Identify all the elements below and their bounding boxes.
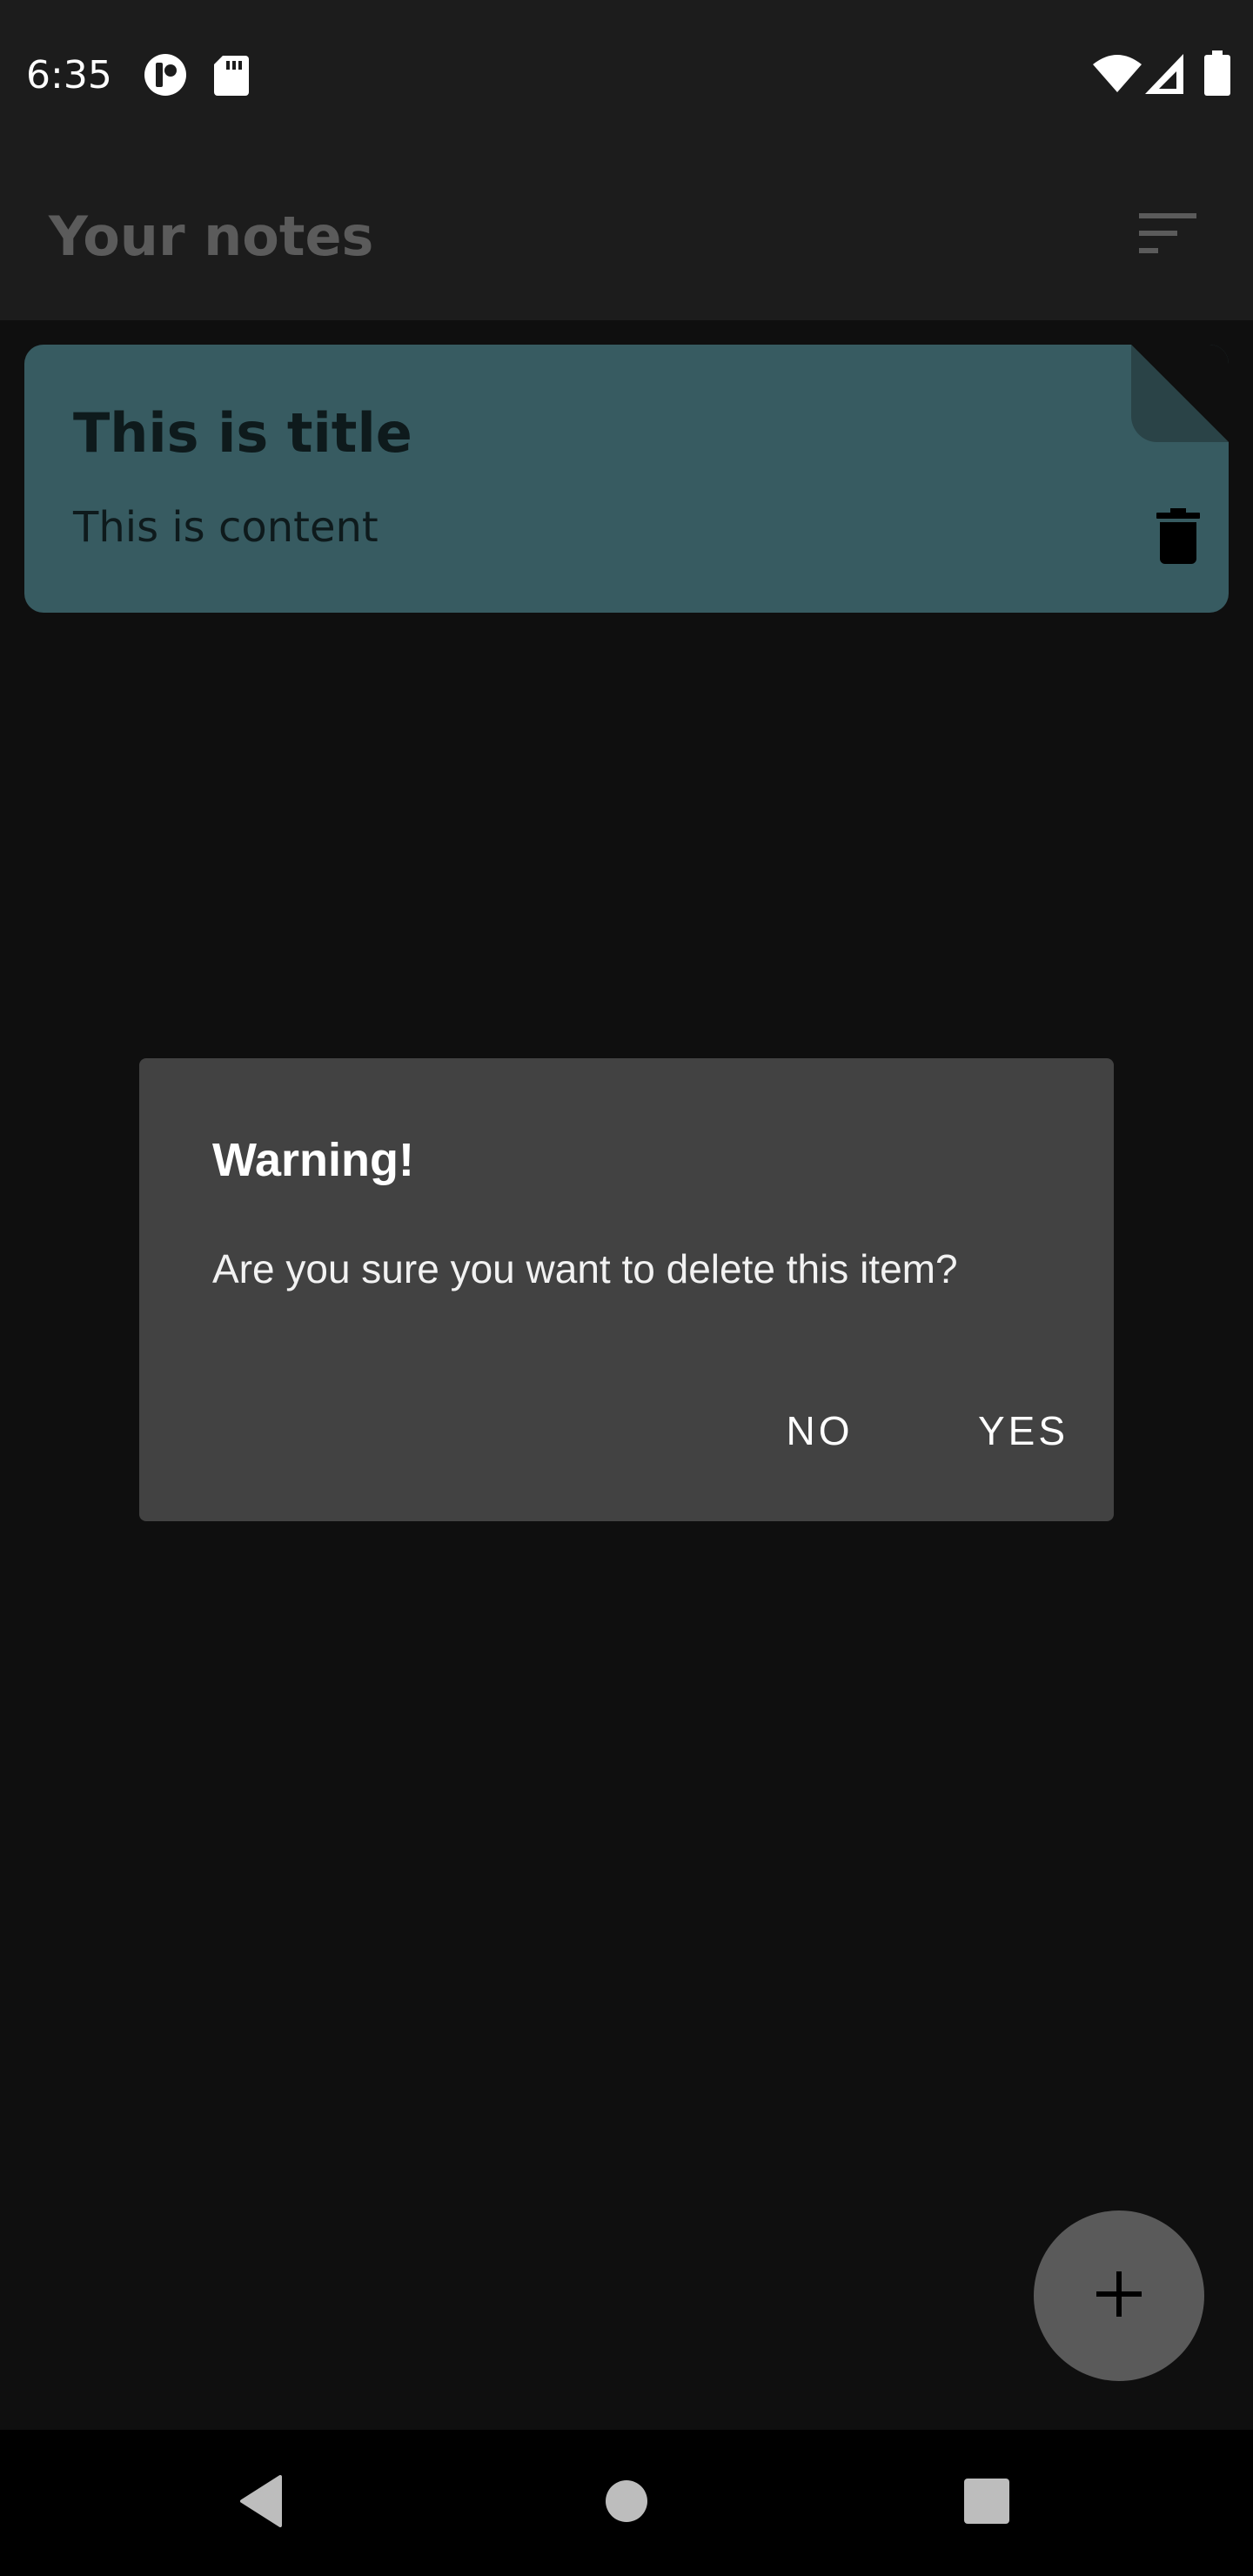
top-app-bar: Your notes xyxy=(0,150,1253,320)
recents-button[interactable] xyxy=(945,2461,1029,2545)
note-title: This is title xyxy=(73,401,412,465)
battery-icon xyxy=(1204,50,1230,100)
sort-button[interactable] xyxy=(1131,198,1204,272)
cell-signal-icon xyxy=(1145,54,1183,98)
status-bar: 6:35 xyxy=(0,0,1253,150)
sort-icon xyxy=(1139,211,1196,259)
back-button[interactable] xyxy=(219,2461,303,2545)
sd-card-icon xyxy=(214,56,249,100)
navigation-bar xyxy=(0,2430,1253,2576)
dialog-title: Warning! xyxy=(212,1134,414,1186)
recents-icon xyxy=(964,2478,1009,2528)
yes-button[interactable]: YES xyxy=(952,1387,1095,1474)
dialog-message: Are you sure you want to delete this ite… xyxy=(212,1246,958,1291)
plus-icon xyxy=(1096,2271,1142,2321)
status-time: 6:35 xyxy=(26,53,112,97)
note-card[interactable]: This is title This is content xyxy=(24,345,1229,613)
home-button[interactable] xyxy=(585,2461,668,2545)
no-button[interactable]: NO xyxy=(750,1387,889,1474)
back-icon xyxy=(238,2474,284,2532)
add-note-button[interactable] xyxy=(1034,2210,1204,2381)
home-icon xyxy=(605,2479,648,2527)
note-fold-corner xyxy=(1131,345,1229,442)
screen: 6:35 Your notes This is title This is co… xyxy=(0,0,1253,2576)
trash-icon xyxy=(1156,507,1200,568)
delete-confirmation-dialog: Warning! Are you sure you want to delete… xyxy=(139,1058,1114,1521)
delete-note-button[interactable] xyxy=(1142,501,1215,574)
wifi-icon xyxy=(1093,54,1142,98)
app-notification-icon xyxy=(143,52,188,102)
note-content: This is content xyxy=(73,503,379,552)
page-title: Your notes xyxy=(49,205,374,268)
